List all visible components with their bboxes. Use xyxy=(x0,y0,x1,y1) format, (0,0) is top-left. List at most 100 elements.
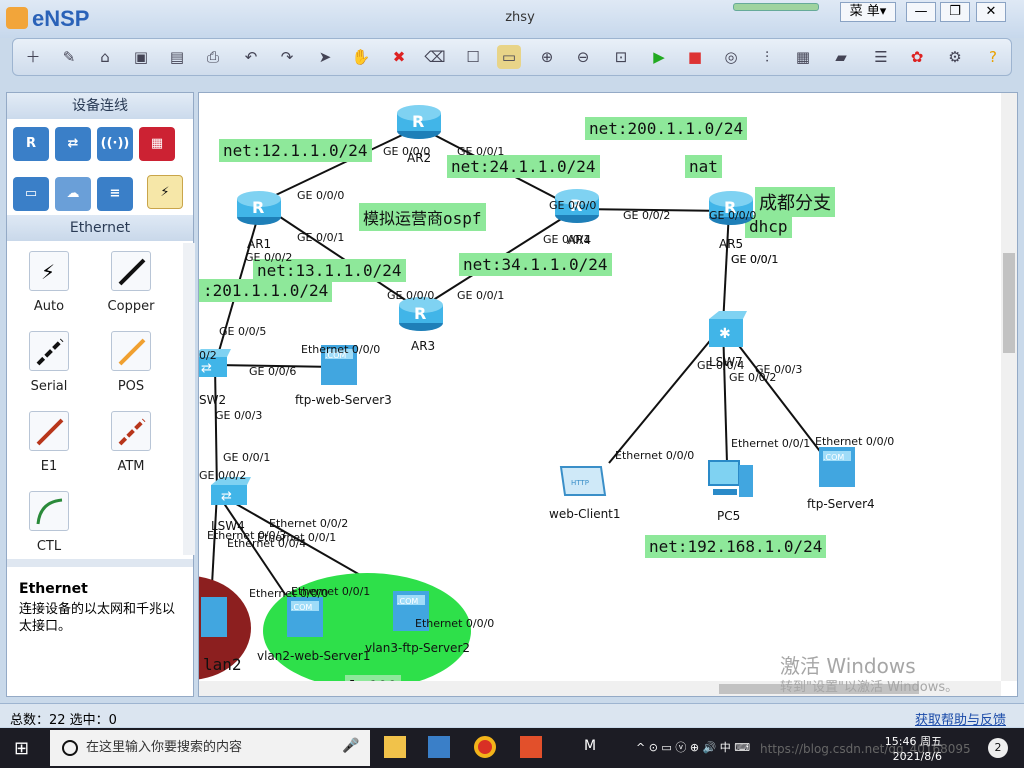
tray-icons[interactable]: ^ ⊙ ▭ ⓥ ⊕ 🔊 中 ⌨ xyxy=(636,739,750,755)
router-ar1[interactable]: R xyxy=(235,187,283,227)
svg-text:⚡: ⚡ xyxy=(41,260,55,284)
port-sw4-e04: Ethernet 0/0/4 xyxy=(227,537,307,550)
topology-canvas[interactable]: net:12.1.1.0/24 net:200.1.1.0/24 net:24.… xyxy=(198,92,1018,697)
status-bar: 总数：22 选中：0 获取帮助与反馈 xyxy=(0,703,1024,728)
router-category-icon[interactable]: R xyxy=(13,127,49,161)
net-label-24: net:24.1.1.0/24 xyxy=(447,155,600,178)
open-icon[interactable]: ⌂ xyxy=(93,45,117,69)
port-client-eth: Ethernet 0/0/0 xyxy=(615,449,695,462)
delete-icon[interactable]: ✖ xyxy=(387,45,411,69)
chat-icon[interactable]: ☰ xyxy=(869,45,893,69)
left-server-icon[interactable] xyxy=(199,593,235,639)
menu-button[interactable]: 菜 单▾ xyxy=(840,2,896,22)
restore-button[interactable]: ❐ xyxy=(940,2,970,22)
pc-category-icon[interactable]: ▭ xyxy=(13,177,49,211)
copper-cable-icon[interactable] xyxy=(111,251,151,291)
print-icon[interactable]: ⎙ xyxy=(201,45,225,69)
panel-subheader: Ethernet xyxy=(7,215,193,241)
cable-label-atm: ATM xyxy=(117,459,145,474)
help-feedback-link[interactable]: 获取帮助与反馈 xyxy=(915,709,1006,728)
ctl-cable-icon[interactable] xyxy=(29,491,69,531)
memory-progress xyxy=(733,3,819,11)
auto-cable-icon[interactable]: ⚡ xyxy=(29,251,69,291)
label-ar3: AR3 xyxy=(411,339,436,353)
save-icon[interactable]: ▣ xyxy=(129,45,153,69)
router-ar2[interactable]: R xyxy=(395,101,443,141)
net-label-34: net:34.1.1.0/24 xyxy=(459,253,612,276)
redo-icon[interactable]: ↷ xyxy=(275,45,299,69)
capture-icon[interactable]: ◎ xyxy=(719,45,743,69)
port-ar3-g000: GE 0/0/0 xyxy=(387,289,435,302)
wireless-category-icon[interactable]: ((·)) xyxy=(97,127,133,161)
vlan2-label: lan2 xyxy=(203,655,242,674)
svg-text:✱: ✱ xyxy=(719,326,731,342)
panel-scrollbar[interactable] xyxy=(183,243,195,555)
svg-text:.COM: .COM xyxy=(397,597,418,606)
new-lab-icon[interactable]: ✎ xyxy=(57,45,81,69)
palette-icon[interactable]: ▭ xyxy=(497,45,521,69)
port-sw4-g002: GE 0/0/2 xyxy=(199,469,247,482)
svg-text:⇄: ⇄ xyxy=(201,361,212,376)
port-sw2-g005: GE 0/0/5 xyxy=(219,325,267,338)
close-button[interactable]: ✕ xyxy=(976,2,1006,22)
zoom-in-icon[interactable]: ⊕ xyxy=(535,45,559,69)
m-icon[interactable]: M xyxy=(584,738,596,754)
port-ar1-g001: GE 0/0/1 xyxy=(297,231,345,244)
chrome-icon[interactable] xyxy=(474,736,496,758)
net-label-192: net:192.168.1.0/24 xyxy=(645,535,827,558)
delete-link-icon[interactable]: ⌫ xyxy=(423,45,447,69)
grid-icon[interactable]: ▦ xyxy=(791,45,815,69)
start-icon[interactable]: ⊞ xyxy=(14,738,29,759)
undo-icon[interactable]: ↶ xyxy=(239,45,263,69)
zoom-out-icon[interactable]: ⊖ xyxy=(571,45,595,69)
select-icon[interactable]: ➤ xyxy=(313,45,337,69)
notification-badge[interactable]: 2 xyxy=(988,738,1008,758)
save-as-icon[interactable]: ▤ xyxy=(165,45,189,69)
canvas-vscrollbar[interactable] xyxy=(1001,93,1017,681)
stop-icon[interactable]: ■ xyxy=(683,45,707,69)
other-category-icon[interactable]: ≡ xyxy=(97,177,133,211)
atm-cable-icon[interactable] xyxy=(111,411,151,451)
file-explorer-icon[interactable] xyxy=(384,736,406,758)
label-server4: ftp-Server4 xyxy=(807,497,875,511)
app-taskbar-icon[interactable] xyxy=(520,736,542,758)
terminal-icon[interactable]: ▰ xyxy=(829,45,853,69)
switch-lsw7[interactable]: ✱ xyxy=(703,307,747,351)
server-ftp-4[interactable]: .COM xyxy=(817,443,857,489)
firewall-category-icon[interactable]: ▦ xyxy=(139,127,175,161)
port-ar2-g000: GE 0/0/0 xyxy=(383,145,431,158)
ensp-taskbar-icon[interactable] xyxy=(428,736,450,758)
selection-count: 总数：22 选中：0 xyxy=(10,713,117,728)
toolbar: ＋ ✎ ⌂ ▣ ▤ ⎙ ↶ ↷ ➤ ✋ ✖ ⌫ ☐ ▭ ⊕ ⊖ ⊡ ▶ ■ ◎ … xyxy=(12,38,1012,76)
start-icon[interactable]: ▶ xyxy=(647,45,671,69)
huawei-icon[interactable]: ✿ xyxy=(905,45,929,69)
port-ar5-g000: GE 0/0/0 xyxy=(709,209,757,222)
serial-cable-icon[interactable] xyxy=(29,331,69,371)
hand-icon[interactable]: ✋ xyxy=(349,45,373,69)
cable-description-title: Ethernet xyxy=(19,581,88,597)
help-icon[interactable]: ? xyxy=(981,45,1005,69)
fit-icon[interactable]: ⊡ xyxy=(609,45,633,69)
e1-cable-icon[interactable] xyxy=(29,411,69,451)
switch-category-icon[interactable]: ⇄ xyxy=(55,127,91,161)
cable-category-icon[interactable]: ⚡ xyxy=(147,175,183,209)
topology-icon[interactable]: ⫶ xyxy=(755,45,779,69)
nat-label: nat xyxy=(685,155,722,178)
cloud-category-icon[interactable]: ☁ xyxy=(55,177,91,211)
minimize-button[interactable]: — xyxy=(906,2,936,22)
new-topology-icon[interactable]: ＋ xyxy=(21,45,45,69)
label-ar5: AR5 xyxy=(719,237,744,251)
port-server2-eth: Ethernet 0/0/0 xyxy=(415,617,495,630)
settings-gear-icon[interactable]: ⚙ xyxy=(943,45,967,69)
pc5-icon[interactable] xyxy=(705,457,755,503)
mic-icon[interactable]: 🎤 xyxy=(342,738,359,754)
pos-cable-icon[interactable] xyxy=(111,331,151,371)
activate-windows-text: 转到"设置"以激活 Windows。 xyxy=(780,680,959,695)
text-icon[interactable]: ☐ xyxy=(461,45,485,69)
net-label-201: :201.1.1.0/24 xyxy=(199,279,333,302)
taskbar-search[interactable]: 在这里输入你要搜索的内容 xyxy=(50,730,370,766)
web-client-icon[interactable]: HTTP xyxy=(557,461,607,507)
svg-text:⇄: ⇄ xyxy=(221,489,232,504)
port-sw2-g003: GE 0/0/3 xyxy=(215,409,263,422)
port-ar2-g001: GE 0/0/1 xyxy=(457,145,505,158)
